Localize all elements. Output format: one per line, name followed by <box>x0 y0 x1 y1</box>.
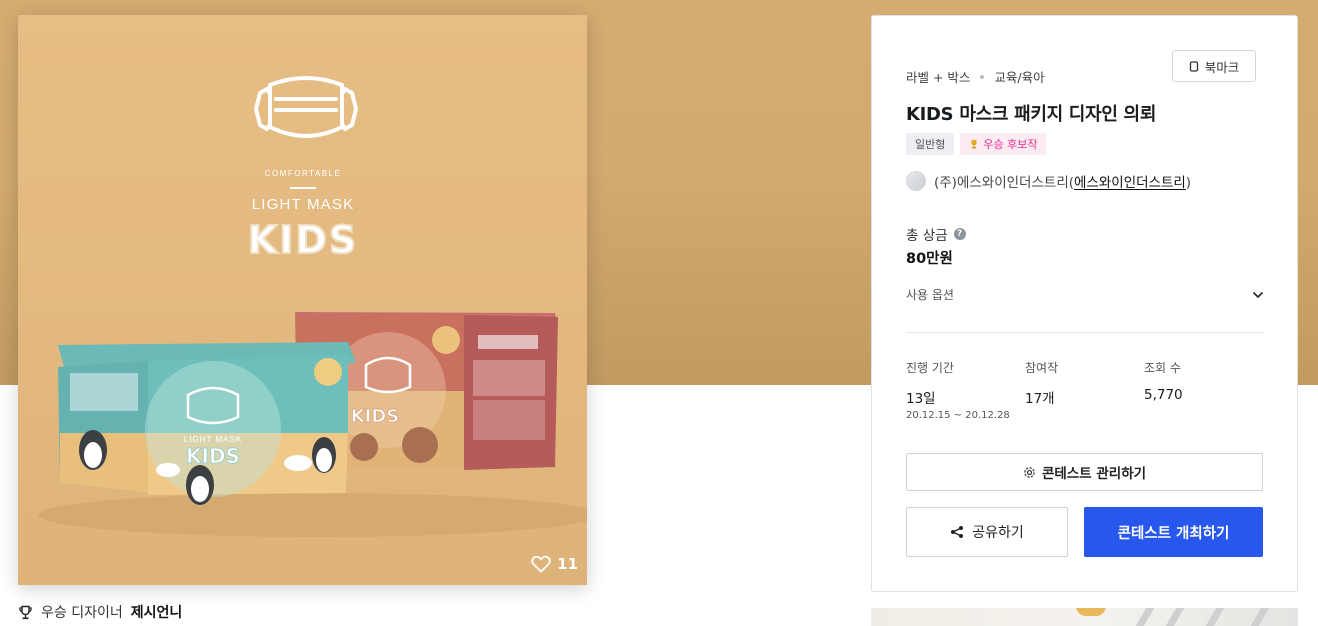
thumbnail-decoration <box>1250 608 1270 626</box>
contest-stats: 진행 기간 13일 20.12.15 ~ 20.12.28 참여작 17개 조회… <box>906 359 1266 421</box>
usage-options-label: 사용 옵션 <box>906 288 954 302</box>
contest-main-image[interactable]: COMFORTABLE LIGHT MASK KIDS KIDS LIGHT M… <box>18 15 587 585</box>
host-contest-button[interactable]: 콘테스트 개최하기 <box>1084 507 1263 557</box>
usage-options-toggle[interactable]: 사용 옵션 <box>906 286 1264 303</box>
help-icon[interactable]: ? <box>953 228 966 240</box>
svg-text:KIDS: KIDS <box>186 444 240 468</box>
host-avatar <box>906 171 926 191</box>
contest-host: (주)에스와이인더스트리(에스와이인더스트리) <box>906 171 1191 191</box>
manage-contest-button[interactable]: 콘테스트 관리하기 <box>906 453 1263 491</box>
heart-icon <box>531 555 551 573</box>
thumbnail-decoration <box>1076 608 1106 616</box>
host-company: (주)에스와이인더스트리(에스와이인더스트리) <box>934 175 1192 191</box>
breadcrumb: 라벨 + 박스 교육/육아 <box>906 67 1045 86</box>
thumbnail-decoration <box>1135 608 1155 626</box>
chevron-down-icon <box>1252 291 1264 298</box>
related-content-thumbnail[interactable] <box>871 608 1298 626</box>
like-counter[interactable]: 11 <box>531 555 578 573</box>
breadcrumb-separator <box>980 74 985 79</box>
thumbnail-decoration <box>1205 608 1225 626</box>
contest-tags: 일반형 우승 후보작 <box>906 133 1047 155</box>
winner-designer: 우승 디자이너 제시언니 <box>18 602 182 622</box>
svg-text:KIDS: KIDS <box>351 406 400 427</box>
host-profile-link[interactable]: 에스와이인더스트리 <box>1074 175 1186 191</box>
gear-icon <box>1024 466 1035 478</box>
svg-text:LIGHT MASK: LIGHT MASK <box>184 435 242 444</box>
contest-type-badge: 일반형 <box>906 133 955 155</box>
candidate-badge-label: 우승 후보작 <box>983 138 1038 151</box>
contest-info-card: 라벨 + 박스 교육/육아 북마크 KIDS 마스크 패키지 디자인 의뢰 일반… <box>871 15 1298 592</box>
trophy-icon <box>19 605 32 619</box>
brand-big-text: KIDS <box>248 218 359 262</box>
winner-name[interactable]: 제시언니 <box>131 602 183 622</box>
stat-duration-dates: 20.12.15 ~ 20.12.28 <box>906 410 1010 421</box>
bookmark-button[interactable]: 북마크 <box>1172 50 1256 82</box>
share-button[interactable]: 공유하기 <box>906 507 1068 557</box>
stat-duration: 진행 기간 13일 20.12.15 ~ 20.12.28 <box>906 359 1025 421</box>
stat-views: 조회 수 5,770 <box>1144 361 1183 403</box>
bookmark-label: 북마크 <box>1204 59 1240 75</box>
contest-title: KIDS 마스크 패키지 디자인 의뢰 <box>906 104 1157 125</box>
brand-small-text: COMFORTABLE <box>265 169 342 178</box>
trophy-badge-icon <box>971 140 977 149</box>
mask-package-illustration: COMFORTABLE LIGHT MASK KIDS KIDS LIGHT M… <box>38 76 587 537</box>
stat-entries: 참여작 17개 <box>1025 361 1059 407</box>
category-link[interactable]: 라벨 + 박스 <box>906 67 970 86</box>
thumbnail-decoration <box>1165 608 1185 626</box>
prize-value: 80만원 <box>906 251 953 267</box>
bookmark-icon <box>1189 60 1198 72</box>
brand-line-text: LIGHT MASK <box>252 196 355 213</box>
winner-prefix: 우승 디자이너 <box>41 605 123 621</box>
prize-label: 총 상금 ? <box>906 224 966 244</box>
share-icon <box>951 526 964 538</box>
candidate-badge: 우승 후보작 <box>960 133 1047 155</box>
like-count: 11 <box>557 555 578 573</box>
divider <box>906 332 1264 333</box>
subcategory-link[interactable]: 교육/육아 <box>994 67 1044 86</box>
